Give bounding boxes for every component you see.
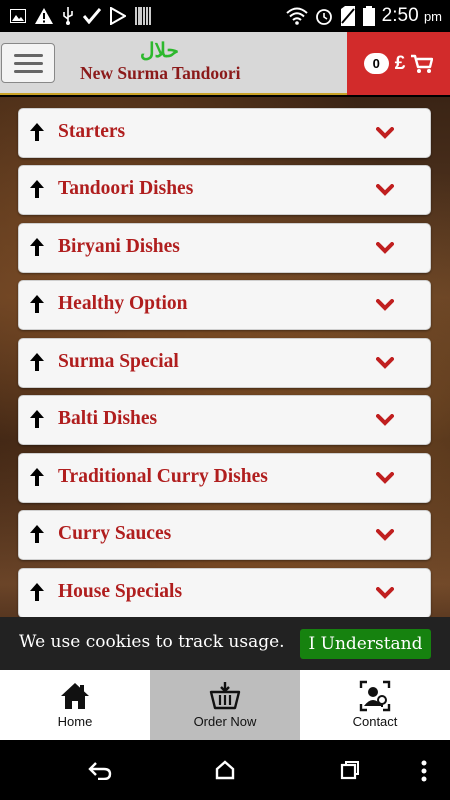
contact-icon: [359, 680, 391, 712]
system-navigation-bar: [0, 740, 450, 800]
barcode-icon: [135, 7, 151, 25]
cart-count-badge: 0: [363, 53, 389, 74]
back-icon[interactable]: [88, 760, 112, 780]
status-right-icons: 2:50 pm: [286, 5, 450, 27]
home-icon: [61, 683, 89, 709]
arrow-up-icon: [30, 468, 44, 486]
category-label: Curry Sauces: [58, 523, 172, 544]
category-traditional-curry-dishes[interactable]: Traditional Curry Dishes: [18, 453, 431, 503]
chevron-down-icon: [376, 357, 394, 369]
recent-apps-icon[interactable]: [340, 760, 360, 780]
category-healthy-option[interactable]: Healthy Option: [18, 280, 431, 330]
category-biryani-dishes[interactable]: Biryani Dishes: [18, 223, 431, 273]
cart-currency: £: [394, 52, 406, 74]
cookie-accept-button[interactable]: I Understand: [300, 629, 431, 659]
nav-home[interactable]: Home: [0, 670, 150, 740]
status-left-icons: [0, 7, 151, 25]
gallery-icon: [10, 9, 26, 23]
status-bar: 2:50 pm: [0, 0, 450, 32]
no-sim-icon: [340, 6, 355, 26]
basket-icon: [209, 682, 241, 710]
category-label: Tandoori Dishes: [58, 178, 194, 199]
arrow-up-icon: [30, 180, 44, 198]
chevron-down-icon: [376, 529, 394, 541]
more-options-icon[interactable]: [420, 760, 428, 782]
arrow-up-icon: [30, 583, 44, 601]
arrow-up-icon: [30, 295, 44, 313]
category-label: Starters: [58, 121, 126, 142]
category-label: Traditional Curry Dishes: [58, 466, 268, 487]
app-screen: 2:50 pm حلال New Surma Tandoori 0 £ Star…: [0, 0, 450, 800]
menu-category-list: Starters Tandoori Dishes Biryani Dishes …: [0, 97, 450, 670]
restaurant-name: New Surma Tandoori: [80, 63, 241, 83]
usb-icon: [63, 7, 73, 25]
chevron-down-icon: [376, 472, 394, 484]
category-curry-sauces[interactable]: Curry Sauces: [18, 510, 431, 560]
category-label: Healthy Option: [58, 293, 188, 314]
arrow-up-icon: [30, 353, 44, 371]
nav-contact[interactable]: Contact: [300, 670, 450, 740]
status-time: 2:50 pm: [381, 5, 442, 26]
hamburger-menu-button[interactable]: [1, 43, 55, 83]
halal-logo-text: حلال: [140, 38, 179, 62]
category-label: Balti Dishes: [58, 408, 158, 429]
cart-button[interactable]: 0 £: [347, 32, 450, 95]
chevron-down-icon: [376, 127, 394, 139]
cookie-banner: We use cookies to track usage. I Underst…: [0, 617, 450, 670]
arrow-up-icon: [30, 123, 44, 141]
cookie-message: We use cookies to track usage.: [19, 632, 285, 652]
category-surma-special[interactable]: Surma Special: [18, 338, 431, 388]
category-starters[interactable]: Starters: [18, 108, 431, 158]
chevron-down-icon: [376, 242, 394, 254]
checkmark-box-icon: [83, 8, 101, 24]
home-button-icon[interactable]: [215, 760, 235, 780]
play-store-icon: [110, 7, 126, 25]
category-label: House Specials: [58, 581, 183, 602]
alarm-icon: [315, 9, 332, 25]
arrow-up-icon: [30, 525, 44, 543]
warning-icon: [35, 8, 53, 24]
chevron-down-icon: [376, 414, 394, 426]
chevron-down-icon: [376, 299, 394, 311]
chevron-down-icon: [376, 587, 394, 599]
arrow-up-icon: [30, 238, 44, 256]
restaurant-logo[interactable]: حلال New Surma Tandoori: [80, 38, 255, 90]
wifi-icon: [286, 7, 308, 25]
nav-contact-label: Contact: [352, 714, 398, 729]
nav-home-label: Home: [57, 714, 93, 729]
chevron-down-icon: [376, 184, 394, 196]
nav-order-now[interactable]: Order Now: [150, 670, 300, 740]
category-balti-dishes[interactable]: Balti Dishes: [18, 395, 431, 445]
category-label: Surma Special: [58, 351, 179, 372]
category-house-specials[interactable]: House Specials: [18, 568, 431, 618]
category-tandoori-dishes[interactable]: Tandoori Dishes: [18, 165, 431, 215]
shopping-cart-icon: [411, 54, 434, 73]
battery-icon: [362, 6, 375, 26]
bottom-navigation: Home Order Now Contact: [0, 670, 450, 740]
nav-order-now-label: Order Now: [193, 714, 257, 729]
arrow-up-icon: [30, 410, 44, 428]
category-label: Biryani Dishes: [58, 236, 180, 257]
app-header: حلال New Surma Tandoori 0 £: [0, 32, 450, 95]
